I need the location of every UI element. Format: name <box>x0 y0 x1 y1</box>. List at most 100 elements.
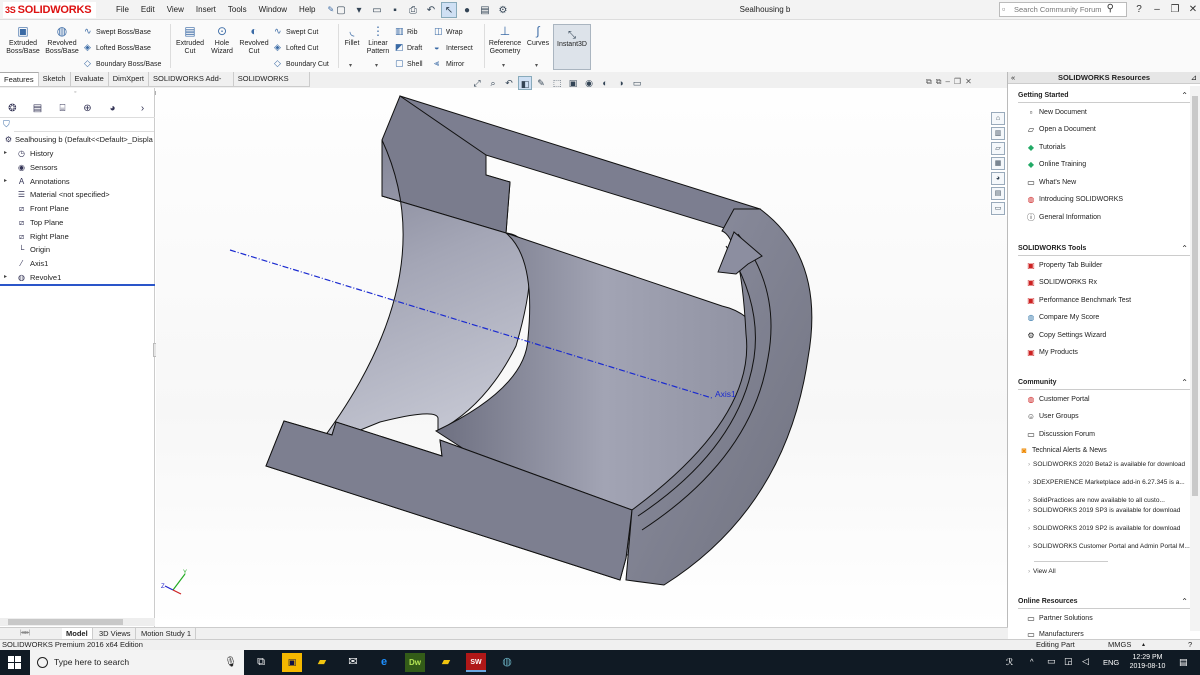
section-community[interactable]: Community ⌃ <box>1018 378 1188 388</box>
axis1-label[interactable]: Axis1 <box>715 389 736 399</box>
help-icon[interactable]: ? <box>1188 640 1192 650</box>
dreamweaver-icon[interactable]: Dw <box>405 653 425 672</box>
link-discussion-forum[interactable]: ▭ Discussion Forum <box>1025 429 1195 443</box>
boundary-boss-button[interactable]: ◇ Boundary Boss/Base <box>84 56 161 70</box>
apply-scene-icon[interactable]: ◑ <box>614 76 628 90</box>
tray-overflow-icon[interactable]: ^ <box>1030 657 1034 666</box>
tree-item-axis1[interactable]: ⁄ Axis1 <box>0 257 155 271</box>
taskbar-clock[interactable]: 12:29 PM 2019-08-10 <box>1125 653 1170 671</box>
pin-task-pane-icon[interactable]: ⊿ <box>1191 72 1197 84</box>
scrollbar-thumb[interactable] <box>8 619 123 625</box>
link-solidworks-rx[interactable]: ▣ SOLIDWORKS Rx <box>1025 277 1195 291</box>
link-new-document[interactable]: ▫ New Document <box>1025 107 1195 121</box>
shell-button[interactable]: ▢ Shell <box>395 56 423 70</box>
menu-file[interactable]: File <box>110 0 135 20</box>
graphics-area[interactable]: Axis1 Y Z <box>156 88 1007 627</box>
task-view-icon[interactable]: ⧉ <box>251 653 271 672</box>
save-icon[interactable]: ▪ <box>387 2 403 18</box>
display-manager-icon[interactable]: ◕ <box>100 100 125 118</box>
filter-icon[interactable]: ⛉ <box>3 119 10 130</box>
store-icon[interactable]: ▣ <box>282 653 302 672</box>
resources-home-icon[interactable]: ⌂ <box>991 112 1005 125</box>
display-style-icon[interactable]: ▣ <box>566 76 580 90</box>
lofted-cut-button[interactable]: ◈ Lofted Cut <box>274 40 318 54</box>
view-palette-icon[interactable]: ▦ <box>991 157 1005 170</box>
tab-mbd[interactable]: SOLIDWORKS MBD <box>233 72 310 97</box>
units-selector[interactable]: MMGS <box>1108 640 1131 650</box>
intersect-button[interactable]: ◒ Intersect <box>434 40 473 54</box>
tab-features[interactable]: Features <box>0 72 39 86</box>
news-item[interactable]: › SOLIDWORKS 2019 SP2 is available for do… <box>1028 525 1193 533</box>
minimize-button[interactable]: – <box>1148 0 1166 20</box>
rollback-bar[interactable] <box>0 284 155 286</box>
panel-more-chevron-icon[interactable]: › <box>130 100 155 118</box>
link-introducing[interactable]: ◍ Introducing SOLIDWORKS <box>1025 194 1195 208</box>
task-pane-scrollbar[interactable] <box>1190 86 1200 631</box>
section-view-icon[interactable]: ◧ <box>518 76 532 90</box>
action-center-icon[interactable]: ▤ <box>1179 657 1188 668</box>
select-icon[interactable]: ↖ <box>441 2 457 18</box>
extruded-boss-button[interactable]: ▣ Extruded Boss/Base <box>4 24 42 68</box>
hole-wizard-button[interactable]: ⊙ Hole Wizard <box>206 24 238 68</box>
menu-edit[interactable]: Edit <box>135 0 161 20</box>
scrollbar-thumb[interactable] <box>1192 96 1198 496</box>
tree-item-top-plane[interactable]: ⧄ Top Plane <box>0 216 155 230</box>
menu-window[interactable]: Window <box>253 0 293 20</box>
forum-icon[interactable]: ▭ <box>991 202 1005 215</box>
undo-icon[interactable]: ↶ <box>423 2 439 18</box>
news-item[interactable]: › SOLIDWORKS 2019 SP3 is available for do… <box>1028 507 1193 515</box>
tree-item-sensors[interactable]: ◉ Sensors <box>0 161 155 175</box>
revolved-cut-button[interactable]: ◐ Revolved Cut <box>238 24 270 68</box>
app-icon[interactable]: ◍ <box>497 653 517 672</box>
expand-arrow-icon[interactable]: ▸ <box>4 175 7 188</box>
network-icon[interactable]: ◲ <box>1064 656 1073 667</box>
link-my-products[interactable]: ▣ My Products <box>1025 347 1195 361</box>
tree-item-history[interactable]: ▸ ◷ History <box>0 147 155 161</box>
link-online-training[interactable]: ◆ Online Training <box>1025 159 1195 173</box>
volume-icon[interactable]: ◁ <box>1082 656 1089 667</box>
reference-geometry-dropdown-icon[interactable]: ▾ <box>502 62 505 69</box>
wrap-button[interactable]: ◫ Wrap <box>434 24 463 38</box>
collapse-chevron-icon[interactable]: ⌃ <box>1181 91 1188 101</box>
section-online-resources[interactable]: Online Resources ⌃ <box>1018 597 1188 607</box>
custom-properties-icon[interactable]: ▤ <box>991 187 1005 200</box>
menu-view[interactable]: View <box>161 0 190 20</box>
tab-dimxpert[interactable]: DimXpert <box>108 72 149 86</box>
link-copy-settings[interactable]: ⚙ Copy Settings Wizard <box>1025 330 1195 344</box>
zoom-to-fit-icon[interactable]: ⤢ <box>470 76 484 90</box>
news-item[interactable]: › 3DEXPERIENCE Marketplace add-in 6.27.34… <box>1028 479 1193 487</box>
viewport-close-icon[interactable]: ✕ <box>965 77 972 87</box>
tab-addins[interactable]: SOLIDWORKS Add-Ins <box>149 72 234 97</box>
link-property-tab-builder[interactable]: ▣ Property Tab Builder <box>1025 260 1195 274</box>
new-document-icon[interactable]: ▢ <box>333 2 349 18</box>
tree-horizontal-scrollbar[interactable] <box>0 618 155 626</box>
tree-item-origin[interactable]: └ Origin <box>0 243 155 257</box>
configuration-manager-icon[interactable]: ⌸ <box>50 100 75 118</box>
menu-help[interactable]: Help <box>293 0 321 20</box>
dynamic-annotation-icon[interactable]: ✎ <box>534 76 548 90</box>
lofted-boss-button[interactable]: ◈ Lofted Boss/Base <box>84 40 151 54</box>
file-properties-icon[interactable]: ▤ <box>477 2 493 18</box>
collapse-chevron-icon[interactable]: ⌃ <box>1181 378 1188 388</box>
expand-arrow-icon[interactable]: ▸ <box>4 147 7 160</box>
taskbar-search-input[interactable]: Type here to search 🎙 <box>30 650 244 675</box>
swept-boss-button[interactable]: ∿ Swept Boss/Base <box>84 24 151 38</box>
rebuild-icon[interactable]: ● <box>459 2 475 18</box>
hide-show-icon[interactable]: ◉ <box>582 76 596 90</box>
menu-tools[interactable]: Tools <box>222 0 253 20</box>
part-model-view[interactable] <box>156 88 1007 627</box>
viewport-restore-icon[interactable]: ❐ <box>954 77 961 87</box>
tab-evaluate[interactable]: Evaluate <box>70 72 109 86</box>
fillet-dropdown-icon[interactable]: ▾ <box>349 62 352 69</box>
rib-button[interactable]: ▥ Rib <box>395 24 418 38</box>
link-tutorials[interactable]: ◆ Tutorials <box>1025 142 1195 156</box>
restore-button[interactable]: ❐ <box>1166 0 1184 20</box>
tree-item-front-plane[interactable]: ⧄ Front Plane <box>0 202 155 216</box>
boundary-cut-button[interactable]: ◇ Boundary Cut <box>274 56 329 70</box>
previous-view-icon[interactable]: ↶ <box>502 76 516 90</box>
news-item[interactable]: › SOLIDWORKS 2020 Beta2 is available for … <box>1028 461 1193 469</box>
extruded-cut-button[interactable]: ▤ Extruded Cut <box>173 24 207 68</box>
microphone-icon[interactable]: 🎙 <box>224 650 237 675</box>
open-folder-icon[interactable]: ▭ <box>369 2 385 18</box>
viewport-tile2-icon[interactable]: ⧉ <box>936 77 942 87</box>
